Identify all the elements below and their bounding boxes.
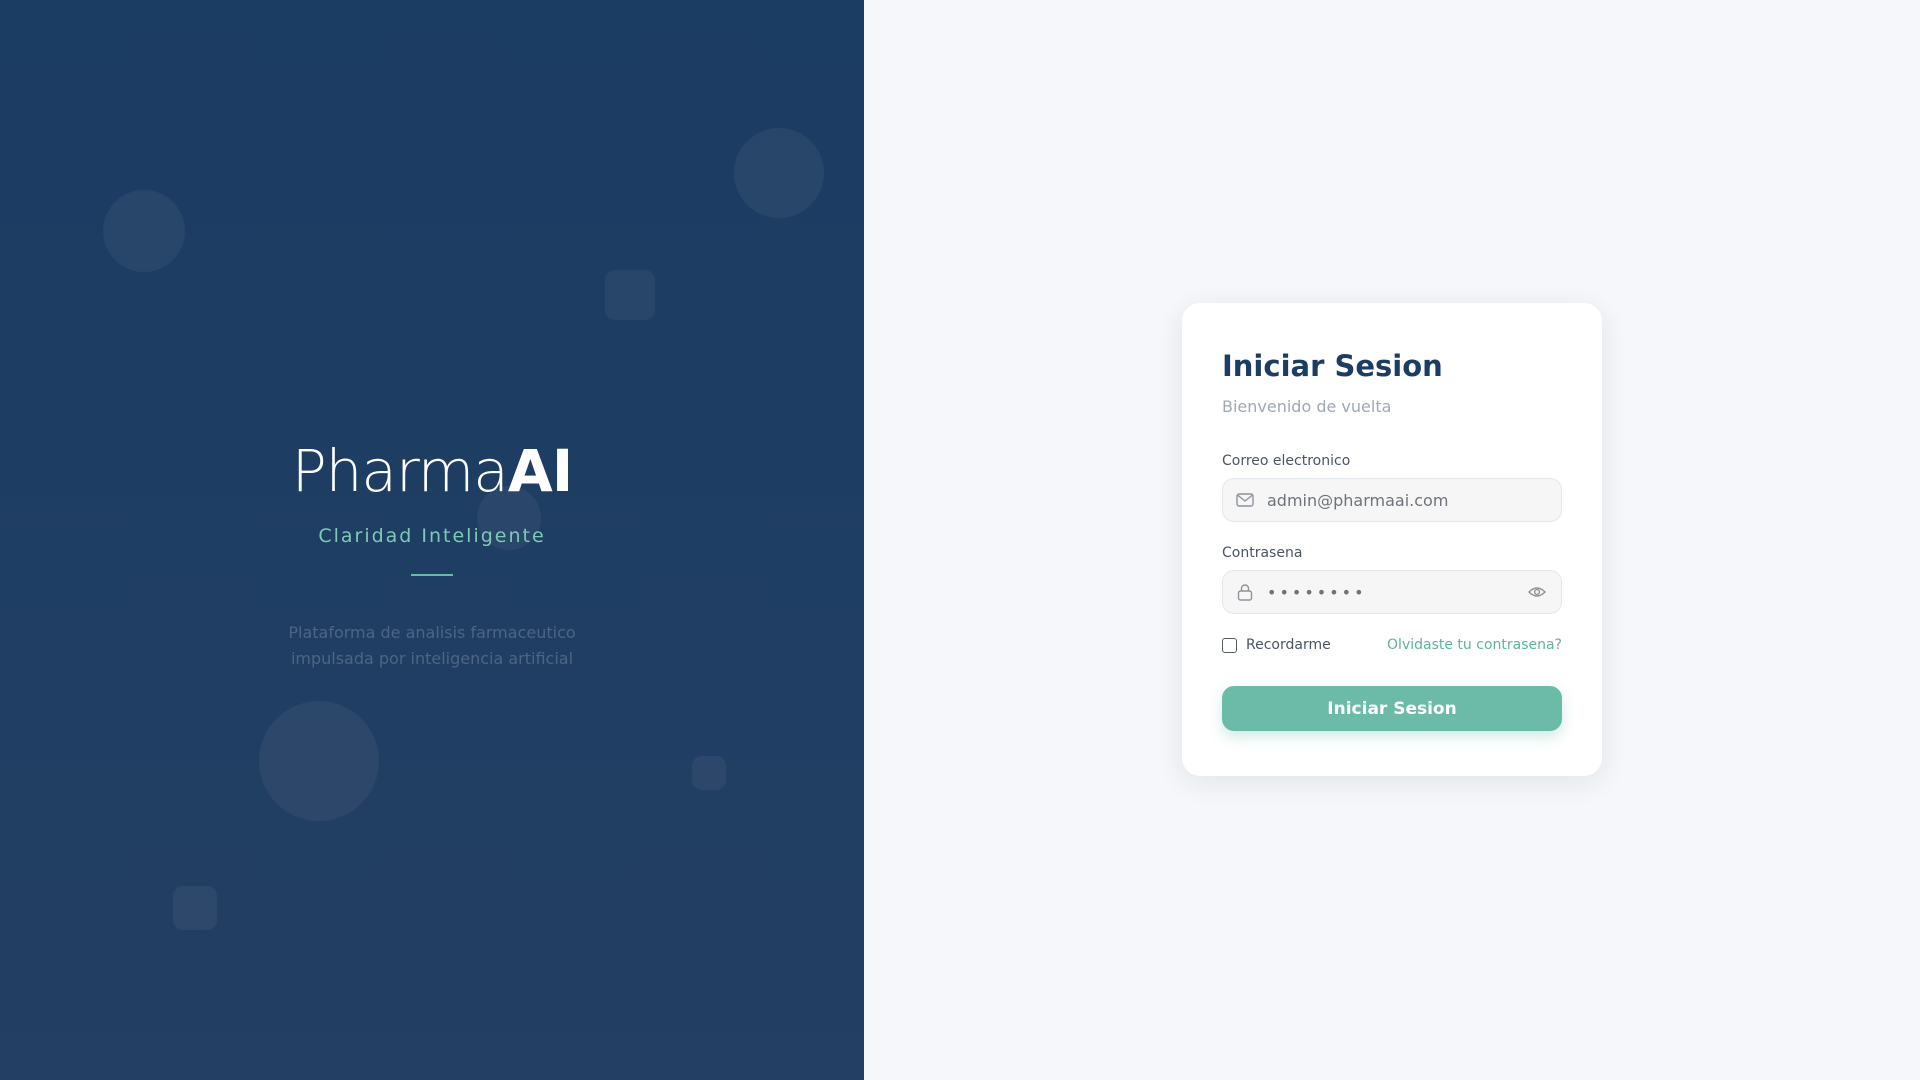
description-line: Plataforma de analisis farmaceutico — [288, 623, 576, 642]
password-label: Contrasena — [1222, 545, 1303, 561]
decorative-square — [692, 756, 726, 790]
remember-label: Recordarme — [1246, 637, 1331, 653]
login-subtitle: Bienvenido de vuelta — [1222, 397, 1392, 416]
password-value[interactable]: •••••••• — [1267, 583, 1527, 602]
mail-icon — [1236, 491, 1254, 509]
decorative-square — [173, 886, 217, 930]
remember-me[interactable]: Recordarme — [1222, 637, 1331, 653]
email-field[interactable]: admin@pharmaai.com — [1222, 478, 1562, 522]
login-card: Iniciar Sesion Bienvenido de vuelta Corr… — [1182, 303, 1602, 776]
decorative-circle — [734, 128, 824, 218]
logo-text-light: Pharma — [291, 437, 509, 505]
lock-icon — [1236, 583, 1254, 601]
decorative-circle — [103, 190, 185, 272]
login-button[interactable]: Iniciar Sesion — [1222, 686, 1562, 731]
email-value[interactable]: admin@pharmaai.com — [1267, 491, 1561, 510]
decorative-circle — [259, 701, 379, 821]
email-label: Correo electronico — [1222, 453, 1351, 469]
login-title: Iniciar Sesion — [1222, 349, 1443, 383]
description-line: impulsada por inteligencia artificial — [290, 649, 574, 668]
eye-icon[interactable] — [1527, 582, 1547, 602]
brand-block: PharmaAI Claridad Inteligente Plataforma… — [0, 436, 864, 672]
brand-panel: PharmaAI Claridad Inteligente Plataforma… — [0, 0, 864, 1080]
decorative-square — [605, 270, 655, 320]
remember-checkbox[interactable] — [1222, 637, 1237, 653]
tagline: Claridad Inteligente — [318, 525, 546, 547]
brand-description: Plataforma de analisis farmaceutico impu… — [0, 620, 864, 672]
logo-text-bold: AI — [507, 437, 573, 505]
forgot-password-link[interactable]: Olvidaste tu contrasena? — [1387, 637, 1562, 653]
divider — [411, 574, 453, 576]
logo: PharmaAI — [0, 436, 864, 506]
password-field[interactable]: •••••••• — [1222, 570, 1562, 614]
